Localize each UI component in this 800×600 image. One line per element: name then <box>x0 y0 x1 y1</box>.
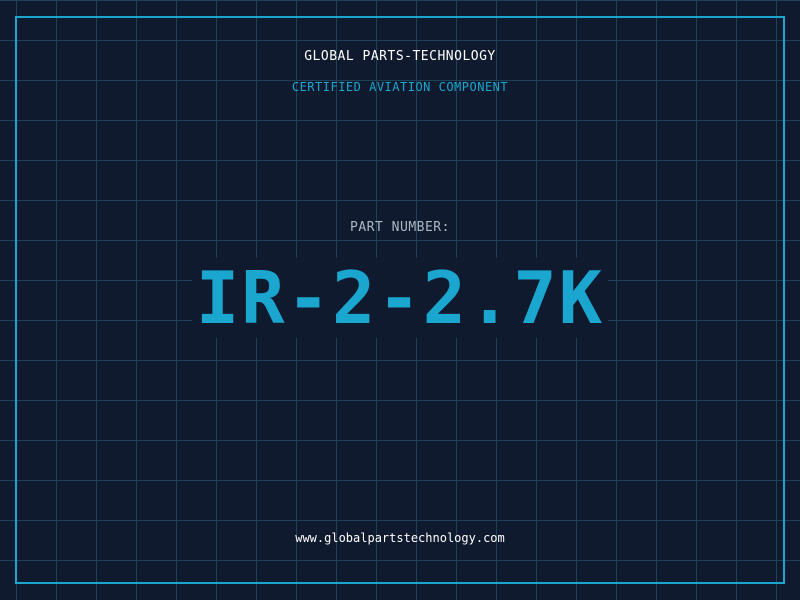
part-number-value: IR-2-2.7K <box>191 258 609 338</box>
company-name: GLOBAL PARTS-TECHNOLOGY <box>304 49 496 64</box>
part-number-label: PART NUMBER: <box>350 220 450 235</box>
website-url: www.globalpartstechnology.com <box>295 531 505 545</box>
tagline: CERTIFIED AVIATION COMPONENT <box>291 80 509 94</box>
part-number-container: IR-2-2.7K <box>0 258 800 338</box>
